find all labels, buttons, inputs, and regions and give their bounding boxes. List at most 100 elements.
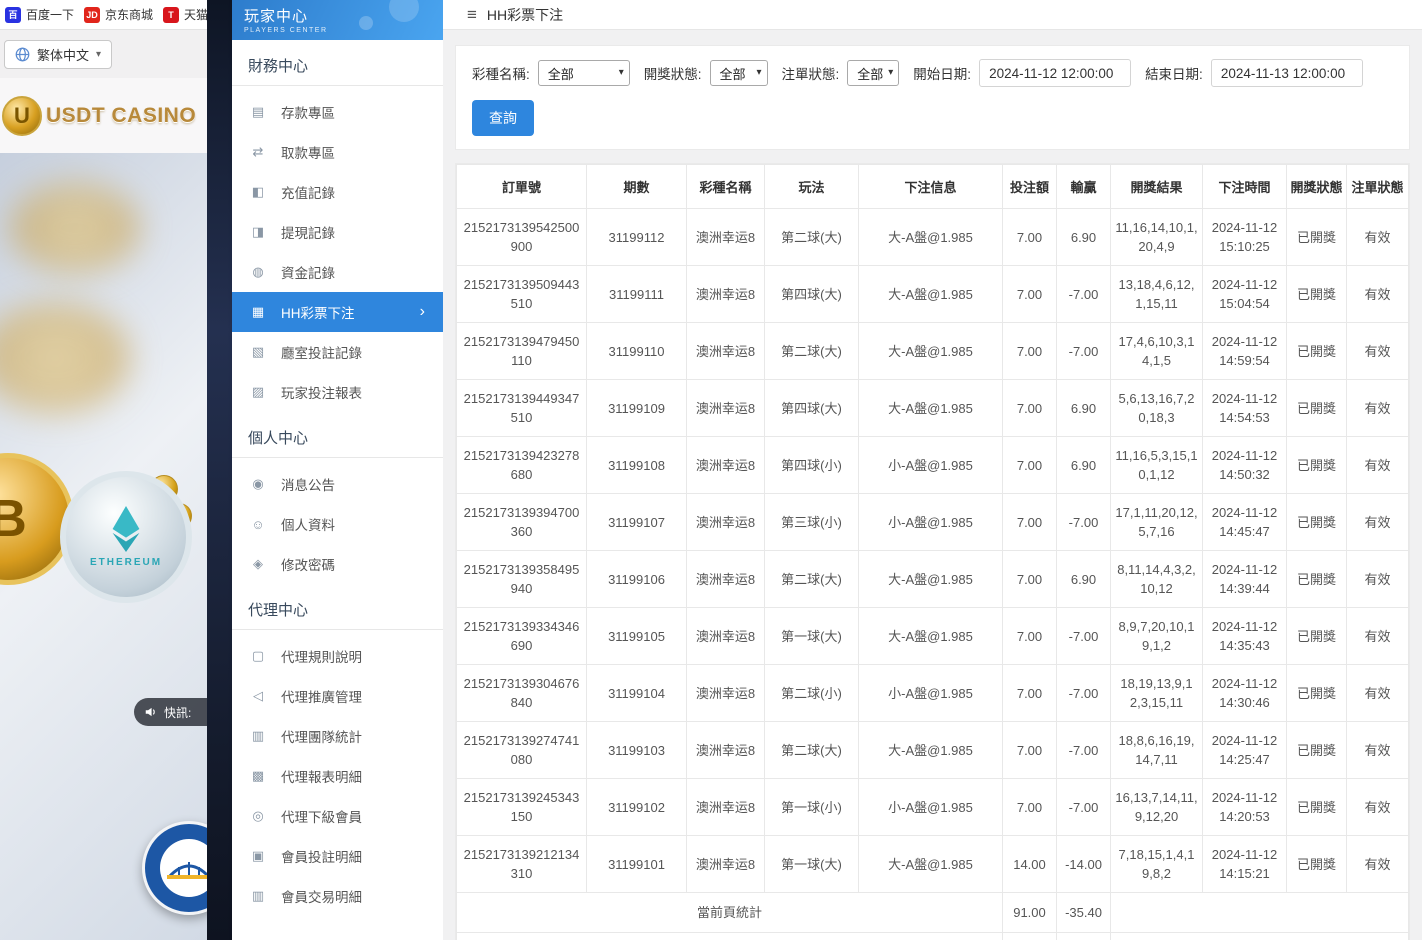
table-cell: 澳洲幸运8 xyxy=(687,665,765,722)
table-row: 215217313927474108031199103澳洲幸运8第二球(大)大-… xyxy=(457,722,1409,779)
sidebar-item-withdraw[interactable]: ⇄取款專區 xyxy=(232,132,443,172)
table-cell: 31199110 xyxy=(587,323,687,380)
language-selector[interactable]: 繁体中文 ▾ xyxy=(4,40,112,69)
table-cell: 18,8,6,16,19,14,7,11 xyxy=(1111,722,1203,779)
filter-panel: 彩種名稱: 全部 ▾ 開獎狀態: 全部 ▾ 注單狀態: 全部 ▾ 開始日期: 結… xyxy=(455,45,1410,150)
sidebar-item-withdrawal-record[interactable]: ◨提現記錄 xyxy=(232,212,443,252)
table-cell: 澳洲幸运8 xyxy=(687,266,765,323)
summary-bet-total: 238.00 xyxy=(1003,933,1057,940)
table-cell: 7.00 xyxy=(1003,494,1057,551)
sidebar-item-agent-report[interactable]: ▩代理報表明細 xyxy=(232,756,443,796)
agent-team-icon: ▥ xyxy=(250,728,266,744)
table-cell: 2152173139358495940 xyxy=(457,551,587,608)
end-date-label: 結束日期: xyxy=(1145,63,1203,83)
bridge-icon xyxy=(160,839,207,897)
table-cell: 2024-11-12 14:45:47 xyxy=(1203,494,1287,551)
table-cell: 2152173139449347510 xyxy=(457,380,587,437)
sidebar-item-label: 會員交易明細 xyxy=(281,886,362,906)
sidebar-item-agent-members[interactable]: ◎代理下級會員 xyxy=(232,796,443,836)
total-summary-row: 總統計238.00-15.61 xyxy=(457,933,1409,940)
sidebar-sections: 財務中心▤存款專區⇄取款專區◧充值記錄◨提現記錄◍資金記錄▦HH彩票下注›▧廳室… xyxy=(232,40,443,916)
summary-label: 總統計 xyxy=(457,933,1003,940)
sidebar-item-label: 提現記錄 xyxy=(281,222,335,242)
gold-decor xyxy=(0,303,130,413)
draw-status-select[interactable]: 全部 ▾ xyxy=(710,60,768,86)
table-cell: -7.00 xyxy=(1057,779,1111,836)
table-cell: 16,13,7,14,11,9,12,20 xyxy=(1111,779,1203,836)
table-cell: 澳洲幸运8 xyxy=(687,323,765,380)
table-cell: 已開獎 xyxy=(1287,209,1347,266)
lottery-type-label: 彩種名稱: xyxy=(472,63,530,83)
table-cell: 有效 xyxy=(1347,608,1409,665)
table-cell: 有效 xyxy=(1347,380,1409,437)
summary-empty xyxy=(1111,893,1409,933)
table-cell: 有效 xyxy=(1347,266,1409,323)
sidebar-title: 玩家中心 xyxy=(244,5,443,26)
search-button[interactable]: 查詢 xyxy=(472,100,534,136)
table-cell: 有效 xyxy=(1347,665,1409,722)
sidebar-item-agent-team[interactable]: ▥代理團隊統計 xyxy=(232,716,443,756)
sidebar-item-player-bet-report[interactable]: ▨玩家投注報表 xyxy=(232,372,443,412)
language-label: 繁体中文 xyxy=(37,45,89,64)
news-label: 快訊: xyxy=(164,704,191,721)
table-cell: 2152173139274741080 xyxy=(457,722,587,779)
table-cell: 大-A盤@1.985 xyxy=(859,836,1003,893)
table-cell: 澳洲幸运8 xyxy=(687,608,765,665)
sidebar-item-lottery-bet[interactable]: ▦HH彩票下注› xyxy=(232,292,443,332)
sidebar-item-label: 玩家投注報表 xyxy=(281,382,362,402)
table-row: 215217313939470036031199107澳洲幸运8第三球(小)小-… xyxy=(457,494,1409,551)
member-trade-icon: ▥ xyxy=(250,888,266,904)
ethereum-coin: ETHEREUM xyxy=(60,471,192,603)
table-cell: 5,6,13,16,7,20,18,3 xyxy=(1111,380,1203,437)
funds-record-icon: ◍ xyxy=(250,264,266,280)
end-date-input[interactable] xyxy=(1211,59,1363,87)
table-cell: 2152173139509443510 xyxy=(457,266,587,323)
column-header: 下注信息 xyxy=(859,165,1003,209)
recharge-record-icon: ◧ xyxy=(250,184,266,200)
table-cell: -7.00 xyxy=(1057,494,1111,551)
site-logo[interactable]: U USDT CASINO xyxy=(2,96,196,136)
lottery-type-select[interactable]: 全部 ▾ xyxy=(538,60,630,86)
sidebar-item-agent-promo[interactable]: ◁代理推廣管理 xyxy=(232,676,443,716)
table-cell: 已開獎 xyxy=(1287,836,1347,893)
table-cell: -14.00 xyxy=(1057,836,1111,893)
bookmark-baidu[interactable]: 百百度一下 xyxy=(5,6,74,23)
sidebar-item-deposit[interactable]: ▤存款專區 xyxy=(232,92,443,132)
menu-toggle-icon[interactable]: ≡ xyxy=(467,5,477,25)
start-date-input[interactable] xyxy=(979,59,1131,87)
summary-winloss-total: -15.61 xyxy=(1057,933,1111,940)
sidebar-item-profile[interactable]: ☺個人資料 xyxy=(232,504,443,544)
sidebar-item-password[interactable]: ◈修改密碼 xyxy=(232,544,443,584)
order-status-select[interactable]: 全部 ▾ xyxy=(847,60,899,86)
bookmark-tmall[interactable]: T天猫 xyxy=(163,6,207,23)
sidebar-item-member-bet[interactable]: ▣會員投註明細 xyxy=(232,836,443,876)
table-row: 215217313954250090031199112澳洲幸运8第二球(大)大-… xyxy=(457,209,1409,266)
table-cell: 第二球(大) xyxy=(765,209,859,266)
bookmark-label: 天猫 xyxy=(184,6,207,23)
page-summary-row: 當前頁統計91.00-35.40 xyxy=(457,893,1409,933)
bookmark-jd[interactable]: JD京东商城 xyxy=(84,6,153,23)
sidebar-item-room-bet-record[interactable]: ▧廳室投註記錄 xyxy=(232,332,443,372)
browser-left-pane: 百百度一下 JD京东商城 T天猫 繁体中文 ▾ U USDT CASINO xyxy=(0,0,207,940)
notice-icon: ◉ xyxy=(250,476,266,492)
table-cell: 小-A盤@1.985 xyxy=(859,779,1003,836)
sidebar-item-label: HH彩票下注 xyxy=(281,302,355,322)
table-cell: 第三球(小) xyxy=(765,494,859,551)
table-cell: 8,11,14,4,3,2,10,12 xyxy=(1111,551,1203,608)
sidebar-item-label: 代理報表明細 xyxy=(281,766,362,786)
table-cell: 7.00 xyxy=(1003,266,1057,323)
table-cell: 第一球(大) xyxy=(765,608,859,665)
column-header: 注單狀態 xyxy=(1347,165,1409,209)
table-cell: -7.00 xyxy=(1057,665,1111,722)
table-cell: 7.00 xyxy=(1003,323,1057,380)
ethereum-label: ETHEREUM xyxy=(90,557,162,568)
summary-winloss-total: -35.40 xyxy=(1057,893,1111,933)
table-cell: 第四球(小) xyxy=(765,437,859,494)
sidebar-item-member-trade[interactable]: ▥ 會員交易明細 xyxy=(232,876,443,916)
sidebar-item-funds-record[interactable]: ◍資金記錄 xyxy=(232,252,443,292)
sidebar-item-notice[interactable]: ◉消息公告 xyxy=(232,464,443,504)
sidebar-item-recharge-record[interactable]: ◧充值記錄 xyxy=(232,172,443,212)
table-cell: 2024-11-12 14:39:44 xyxy=(1203,551,1287,608)
column-header: 輸贏 xyxy=(1057,165,1111,209)
sidebar-item-agent-rules[interactable]: ▢代理規則說明 xyxy=(232,636,443,676)
